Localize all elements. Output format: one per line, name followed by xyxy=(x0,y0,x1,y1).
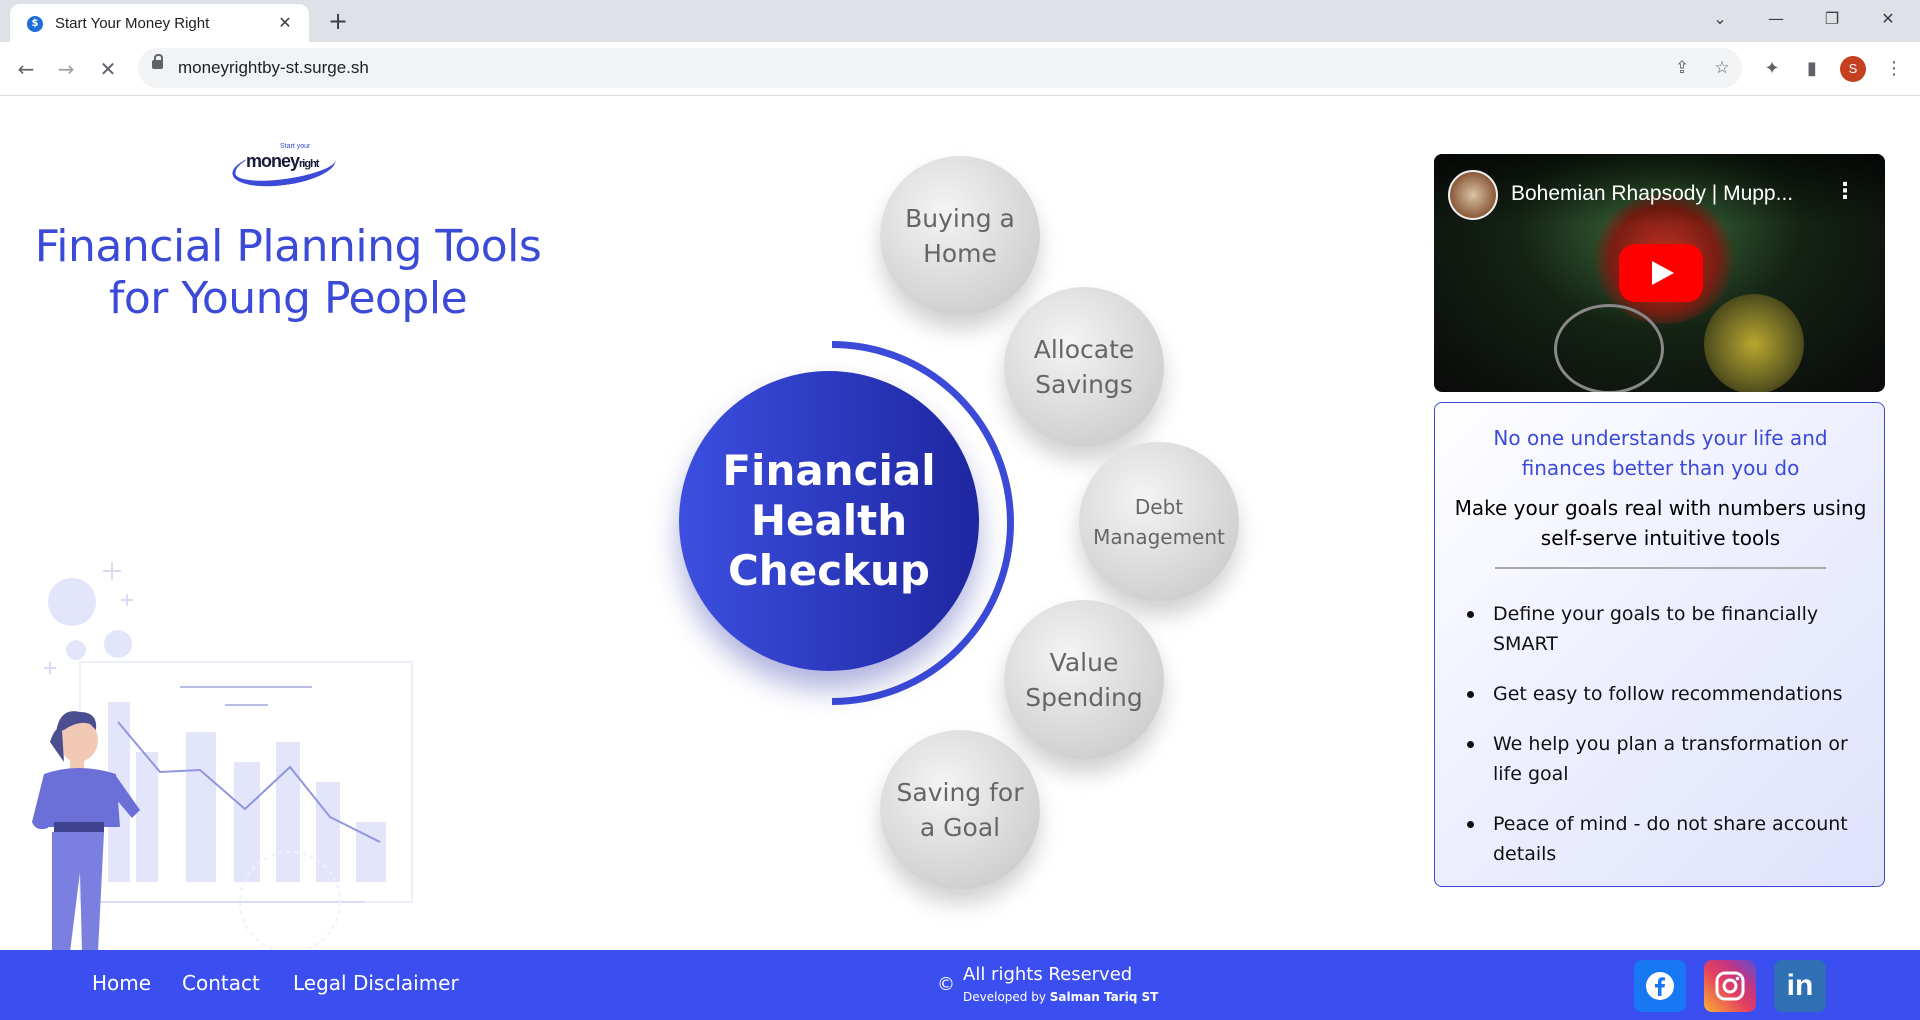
stop-loading-button[interactable]: ✕ xyxy=(94,55,122,83)
list-item: Define your goals to be financially SMAR… xyxy=(1465,599,1875,659)
video-title[interactable]: Bohemian Rhapsody | Mupp... xyxy=(1511,182,1793,206)
instagram-icon[interactable] xyxy=(1704,960,1756,1012)
copyright-text: All rights Reserved xyxy=(963,964,1133,985)
facebook-icon[interactable] xyxy=(1634,960,1686,1012)
page-content: Start your moneyright Financial Planning… xyxy=(0,97,1920,952)
card-divider xyxy=(1495,567,1826,569)
forward-button[interactable]: → xyxy=(52,55,80,83)
channel-avatar[interactable] xyxy=(1448,170,1498,220)
wheel-item-label: Saving for a Goal xyxy=(896,778,1024,842)
card-lead: No one understands your life and finance… xyxy=(1493,426,1828,480)
wheel-item-label: Value Spending xyxy=(1025,648,1143,712)
logo-wordmark: moneyright xyxy=(246,151,320,171)
back-button[interactable]: ← xyxy=(12,55,40,83)
linkedin-icon[interactable]: in xyxy=(1774,960,1826,1012)
feature-list: Define your goals to be financially SMAR… xyxy=(1465,599,1875,889)
browser-menu-icon[interactable]: ⋮ xyxy=(1880,55,1908,83)
site-favicon-icon: $ xyxy=(27,16,43,32)
list-item: Peace of mind - do not share account det… xyxy=(1465,809,1875,869)
woman-chart-illustration xyxy=(32,562,413,952)
url-text[interactable]: moneyrightby-st.surge.sh xyxy=(178,58,369,78)
youtube-video-embed[interactable]: Bohemian Rhapsody | Mupp... ⋮ xyxy=(1434,154,1885,392)
restore-button[interactable]: ❐ xyxy=(1804,0,1860,38)
extensions-puzzle-icon[interactable]: ✦ xyxy=(1758,55,1786,83)
browser-tab-bar: $ Start Your Money Right ✕ + ⌄ — ❐ ✕ xyxy=(0,0,1920,42)
tab-title: Start Your Money Right xyxy=(55,15,210,32)
site-logo[interactable]: Start your moneyright xyxy=(230,141,342,193)
share-icon[interactable]: ⇪ xyxy=(1670,56,1694,80)
hero-title: Financial Planning Tools for Young Peopl… xyxy=(34,221,542,324)
video-frame-art xyxy=(1704,294,1804,392)
play-button-icon[interactable] xyxy=(1619,244,1703,302)
wheel-item-buying-home[interactable]: Buying a Home xyxy=(880,156,1040,316)
wheel-item-value-spending[interactable]: Value Spending xyxy=(1004,600,1164,760)
wheel-item-saving-goal[interactable]: Saving for a Goal xyxy=(880,730,1040,890)
wheel-item-label: Allocate Savings xyxy=(1033,335,1135,399)
side-panel-icon[interactable]: ▮ xyxy=(1798,55,1826,83)
tab-search-icon[interactable]: ⌄ xyxy=(1692,0,1748,38)
minimize-button[interactable]: — xyxy=(1748,0,1804,38)
browser-tab[interactable]: $ Start Your Money Right ✕ xyxy=(10,4,309,42)
browser-toolbar: ← → ✕ moneyrightby-st.surge.sh ⇪ ☆ ✦ ▮ S… xyxy=(0,42,1920,96)
new-tab-button[interactable]: + xyxy=(325,8,351,34)
developer-credit: Developed by Salman Tariq ST xyxy=(963,990,1159,1004)
core-label: Financial Health Checkup xyxy=(722,446,936,595)
video-frame-art xyxy=(1554,304,1664,392)
wheel-item-allocate-savings[interactable]: Allocate Savings xyxy=(1004,287,1164,447)
tab-close-icon[interactable]: ✕ xyxy=(275,13,295,33)
list-item: Get easy to follow recommendations xyxy=(1465,679,1875,709)
logo-tagline: Start your xyxy=(280,143,311,150)
footer-link-home[interactable]: Home xyxy=(92,971,151,995)
site-footer: Home Contact Legal Disclaimer © All righ… xyxy=(0,950,1920,1020)
wheel-item-label: Debt Management xyxy=(1093,495,1225,549)
address-bar[interactable]: moneyrightby-st.surge.sh ⇪ ☆ xyxy=(138,48,1742,88)
financial-health-checkup-button[interactable]: Financial Health Checkup xyxy=(679,371,979,671)
wheel-item-debt-management[interactable]: Debt Management xyxy=(1079,442,1239,602)
info-card: No one understands your life and finance… xyxy=(1434,402,1885,887)
profile-avatar[interactable]: S xyxy=(1840,56,1866,82)
video-more-icon[interactable]: ⋮ xyxy=(1834,180,1856,204)
copyright-icon: © xyxy=(937,974,955,995)
wheel-item-label: Buying a Home xyxy=(905,204,1015,268)
footer-link-contact[interactable]: Contact xyxy=(182,971,260,995)
footer-link-legal-disclaimer[interactable]: Legal Disclaimer xyxy=(293,971,459,995)
lock-icon[interactable] xyxy=(152,54,163,69)
bookmark-star-icon[interactable]: ☆ xyxy=(1710,56,1734,80)
list-item: We help you plan a transformation or lif… xyxy=(1465,729,1875,789)
card-subheading: Make your goals real with numbers using … xyxy=(1454,496,1867,550)
close-window-button[interactable]: ✕ xyxy=(1860,0,1916,38)
